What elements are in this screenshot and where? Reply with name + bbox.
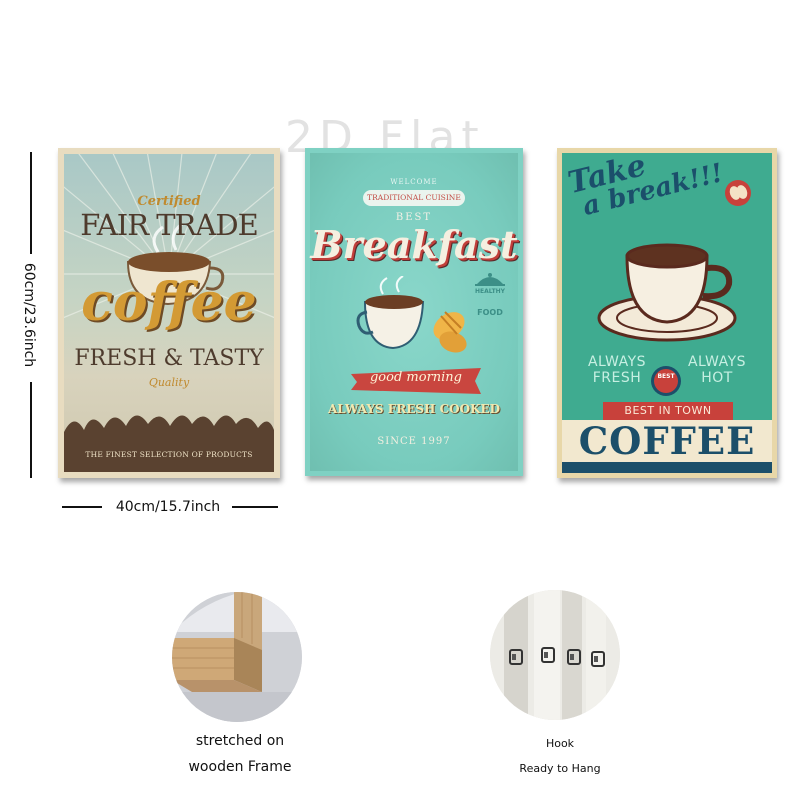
quality-text: Quality [148, 376, 190, 389]
width-dimension-line-right [232, 506, 278, 508]
poster-best-breakfast: WELCOME TRADITIONAL CUISINE BEST Breakfa… [305, 148, 523, 476]
cup-and-croissant-illustration [356, 276, 467, 353]
width-dimension-line-left [62, 506, 102, 508]
always-fresh-text: ALWAYS FRESH [587, 354, 647, 386]
traditional-cuisine-label: TRADITIONAL CUISINE [363, 190, 465, 206]
always-fresh-cooked-text: ALWAYS FRESH COOKED [327, 402, 501, 416]
best-badge-icon [651, 366, 681, 396]
wooden-frame-illustration [172, 592, 302, 722]
fair-trade-heading: FAIR TRADE [80, 208, 259, 242]
width-dimension-label: 40cm/15.7inch [115, 499, 221, 515]
certified-text: Certified [137, 194, 201, 209]
poster-fair-trade-coffee: Certified FAIR TRADE coffee FRESH & TAST… [58, 148, 280, 478]
height-dimension-label: 60cm/23.6inch [21, 262, 37, 368]
hook-caption-line1: Hook [545, 737, 575, 750]
always-hot-text: ALWAYS HOT [687, 354, 747, 386]
coffee-heading: coffee [81, 272, 257, 333]
fresh-tasty-text: FRESH & TASTY [74, 346, 264, 371]
hook-caption-line2: Ready to Hang [519, 762, 601, 775]
breakfast-heading: Breakfast [310, 222, 518, 267]
wooden-frame-detail-image [172, 592, 302, 722]
hook-detail-image [490, 590, 620, 720]
poster-take-a-break: Take a break!!! ALWAYS FRESH ALWAYS HOT … [557, 148, 777, 478]
poster-footer-band [562, 462, 772, 473]
coffee-heading: COFFEE [578, 419, 756, 463]
best-badge-text: BEST [657, 373, 675, 380]
finest-selection-text: THE FINEST SELECTION OF PRODUCTS [85, 450, 253, 459]
coffee-bean-icon [725, 180, 751, 206]
coffee-cup-on-saucer-illustration [597, 243, 737, 342]
coffee-beans-illustration [64, 415, 274, 472]
frame-caption-line2: wooden Frame [188, 759, 292, 775]
good-morning-text: good morning [369, 370, 463, 385]
hooks-illustration [490, 590, 620, 720]
welcome-text: WELCOME [390, 178, 438, 186]
frame-caption-line1: stretched on [195, 733, 285, 749]
best-in-town-text: BEST IN TOWN [624, 404, 712, 417]
height-dimension-line-bottom [30, 382, 32, 478]
since-1997-text: SINCE 1997 [377, 436, 451, 447]
